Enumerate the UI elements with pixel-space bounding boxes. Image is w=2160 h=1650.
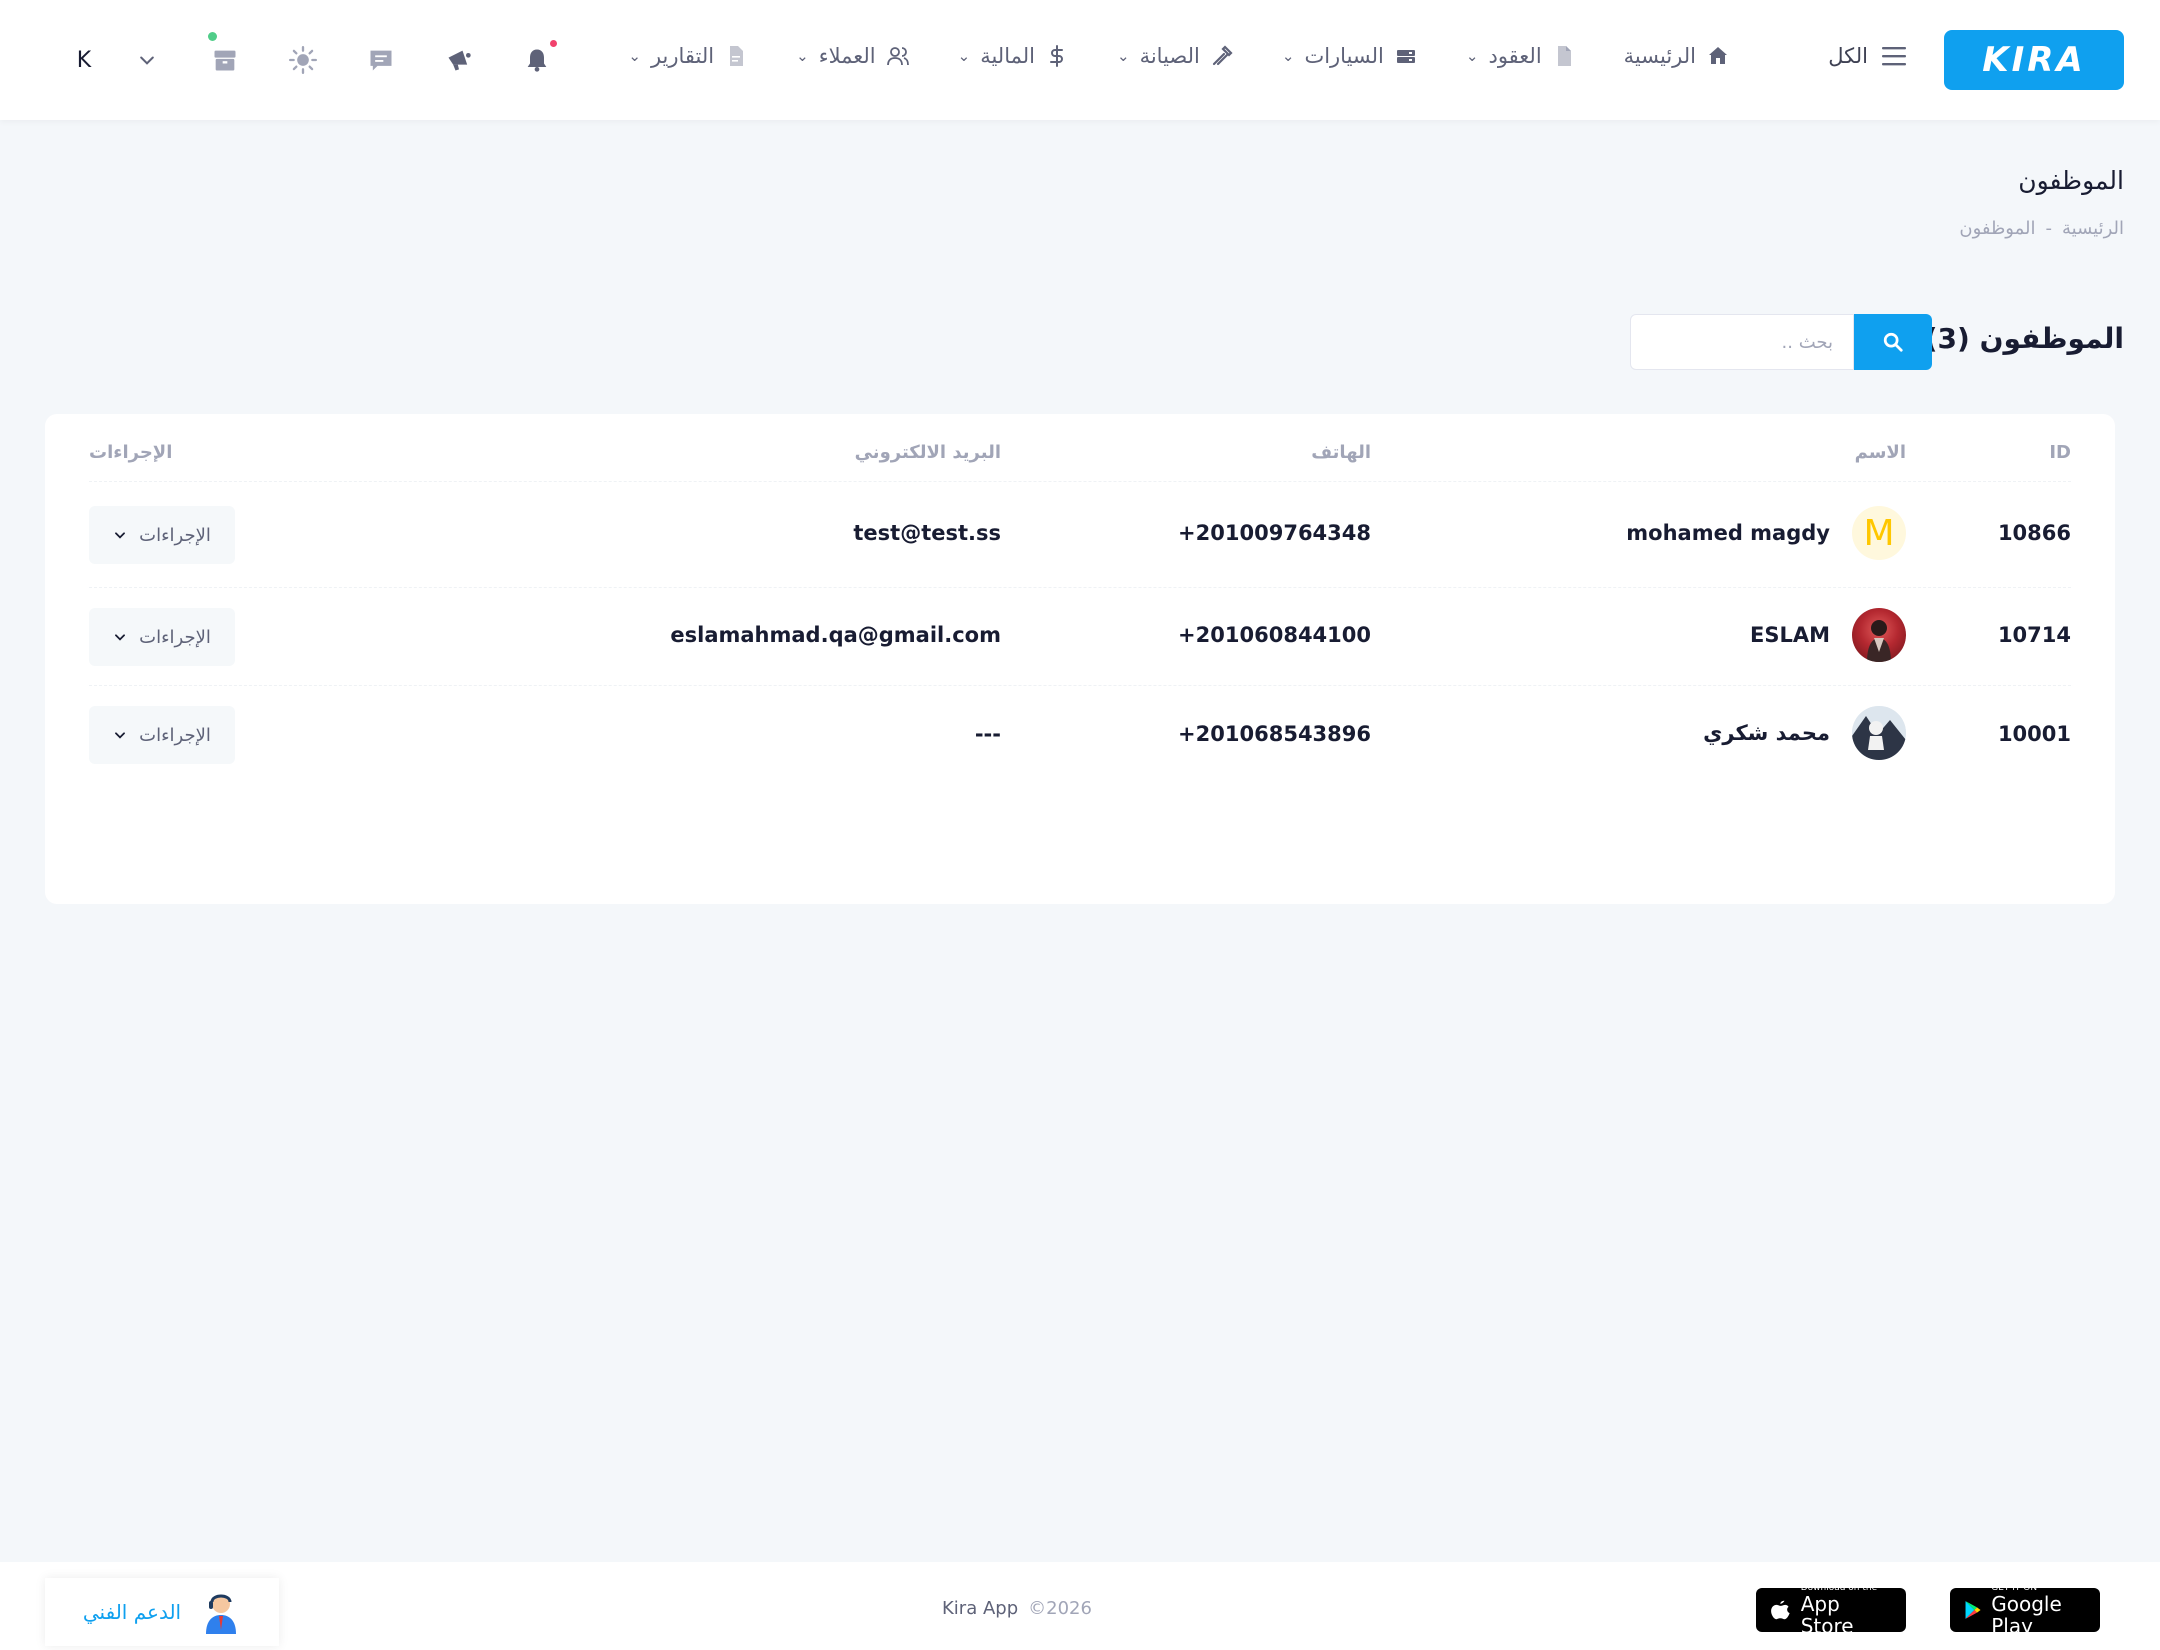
avatar [1852, 706, 1906, 760]
employee-phone: 201009764348+ [1178, 521, 1371, 545]
breadcrumb-current: الموظفون [1959, 218, 2036, 239]
actions-dropdown-button[interactable]: الإجراءات [89, 706, 235, 764]
apple-icon [1771, 1600, 1790, 1620]
chevron-down-icon [115, 634, 126, 641]
megaphone-icon [448, 50, 471, 71]
employee-name: mohamed magdy [1626, 521, 1830, 545]
technical-support-button[interactable]: الدعم الفني [45, 1578, 279, 1646]
page-title: الموظفون [2018, 166, 2124, 195]
person-photo-icon [1852, 706, 1906, 760]
breadcrumb-separator: - [2045, 218, 2053, 239]
search-icon [1883, 332, 1903, 352]
chevron-down-icon: ⌄ [796, 47, 809, 65]
google-play-icon [1965, 1601, 1981, 1619]
copyright: Kira App ©2026 [942, 1598, 1092, 1619]
column-header-email: البريد الالكتروني [854, 442, 1001, 463]
main-nav: الرئيسية العقود ⌄ السيارات ⌄ الصيانة ⌄ ا… [628, 44, 1730, 68]
column-header-phone: الهاتف [1311, 442, 1371, 463]
nav-item-customers[interactable]: العملاء ⌄ [796, 44, 910, 68]
copyright-year: ©2026 [1028, 1598, 1092, 1619]
online-dot [208, 32, 217, 41]
document-icon [1557, 46, 1571, 66]
kira-logo[interactable]: KIRA [1944, 30, 2124, 90]
chevron-down-icon: ⌄ [957, 47, 971, 65]
employee-phone: 201068543896+ [1178, 722, 1371, 746]
home-icon [1709, 47, 1727, 64]
table-row: 10714 ESLAM 201060844100+ eslamahmad.qa@… [89, 588, 2071, 686]
search-input[interactable] [1630, 314, 1854, 370]
employee-id: 10001 [1997, 722, 2071, 746]
box-icon [214, 50, 236, 71]
employee-email: eslamahmad.qa@gmail.com [670, 623, 1001, 647]
breadcrumb-home[interactable]: الرئيسية [2062, 218, 2124, 239]
header-icons: K [60, 32, 576, 84]
chevron-down-icon: ⌄ [1116, 47, 1130, 65]
sun-icon [289, 46, 317, 74]
employee-name: ESLAM [1749, 623, 1830, 647]
nav-item-reports[interactable]: التقارير ⌄ [628, 44, 748, 68]
search-button[interactable] [1854, 314, 1932, 370]
table-row: 10001 محمد شكري 201068543896+ --- الإجرا… [89, 686, 2071, 782]
column-header-actions: الإجراءات [89, 442, 173, 463]
all-menu-label: الكل [1828, 44, 1868, 68]
employee-email: --- [974, 722, 1001, 746]
report-icon [730, 46, 744, 66]
nav-item-maintenance[interactable]: الصيانة ⌄ [1117, 44, 1234, 68]
footer: الدعم الفني Kira App ©2026 Download on t… [0, 1562, 2160, 1650]
employee-id: 10714 [1997, 623, 2071, 647]
dollar-icon [1049, 45, 1063, 67]
notification-dot [550, 40, 557, 47]
hamburger-icon [1882, 47, 1906, 66]
employee-name: محمد شكري [1703, 721, 1830, 745]
search-bar [1630, 314, 1932, 370]
chevron-down-icon: ⌄ [1465, 47, 1479, 65]
chevron-down-icon: ⌄ [628, 47, 641, 65]
chat-icon [370, 50, 392, 71]
app-name: Kira App [942, 1598, 1019, 1619]
employee-email: test@test.ss [853, 521, 1001, 545]
box-button[interactable] [186, 32, 264, 84]
app-store-badge[interactable]: Download on the App Store [1756, 1583, 1906, 1637]
google-play-badge[interactable]: GET IT ON Google Play [1950, 1583, 2100, 1637]
actions-dropdown-button[interactable]: الإجراءات [89, 506, 235, 564]
theme-toggle[interactable] [264, 36, 342, 84]
person-photo-icon [1867, 620, 1891, 662]
nav-item-finance[interactable]: المالية ⌄ [958, 44, 1069, 68]
announcements-button[interactable] [420, 36, 498, 84]
support-label: الدعم الفني [82, 1600, 182, 1624]
nav-item-home[interactable]: الرئيسية [1624, 44, 1730, 68]
column-header-id: ID [2049, 442, 2071, 463]
nav-item-contracts[interactable]: العقود ⌄ [1466, 44, 1576, 68]
notifications-button[interactable] [498, 36, 576, 84]
bell-icon [527, 49, 547, 72]
table-header: ID الاسم الهاتف البريد الالكتروني الإجرا… [89, 442, 2071, 482]
user-menu-toggle[interactable] [108, 36, 186, 84]
employee-name-cell[interactable]: ESLAM [1750, 608, 1906, 662]
chevron-down-icon: ⌄ [1281, 47, 1295, 65]
chevron-down-icon [115, 732, 126, 739]
support-agent-icon [206, 1594, 237, 1634]
employee-phone: 201060844100+ [1178, 623, 1371, 647]
all-menu-toggle[interactable]: الكل [1828, 44, 1908, 68]
top-header: KIRA الكل الرئيسية العقود ⌄ السيارات ⌄ ا… [0, 0, 2160, 120]
chevron-down-icon [140, 56, 154, 65]
breadcrumb: الرئيسية - الموظفون [1959, 218, 2124, 239]
employees-count-title: الموظفون (3) [1925, 322, 2124, 355]
avatar: M [1852, 506, 1906, 560]
chevron-down-icon [115, 532, 126, 539]
table-row: 10866 M mohamed magdy 201009764348+ test… [89, 482, 2071, 588]
employee-name-cell[interactable]: M mohamed magdy [1626, 506, 1906, 560]
employee-id: 10866 [1997, 521, 2071, 545]
employee-name-cell[interactable]: محمد شكري [1703, 706, 1906, 760]
actions-dropdown-button[interactable]: الإجراءات [89, 608, 235, 666]
avatar [1852, 608, 1906, 662]
column-header-name: الاسم [1854, 442, 1906, 463]
employees-table-card: ID الاسم الهاتف البريد الالكتروني الإجرا… [45, 414, 2115, 904]
user-avatar[interactable]: K [60, 36, 108, 84]
car-icon [1396, 50, 1415, 63]
wrench-icon [1212, 45, 1233, 66]
nav-item-cars[interactable]: السيارات ⌄ [1282, 44, 1418, 68]
chat-button[interactable] [342, 36, 420, 84]
users-icon [886, 47, 909, 66]
